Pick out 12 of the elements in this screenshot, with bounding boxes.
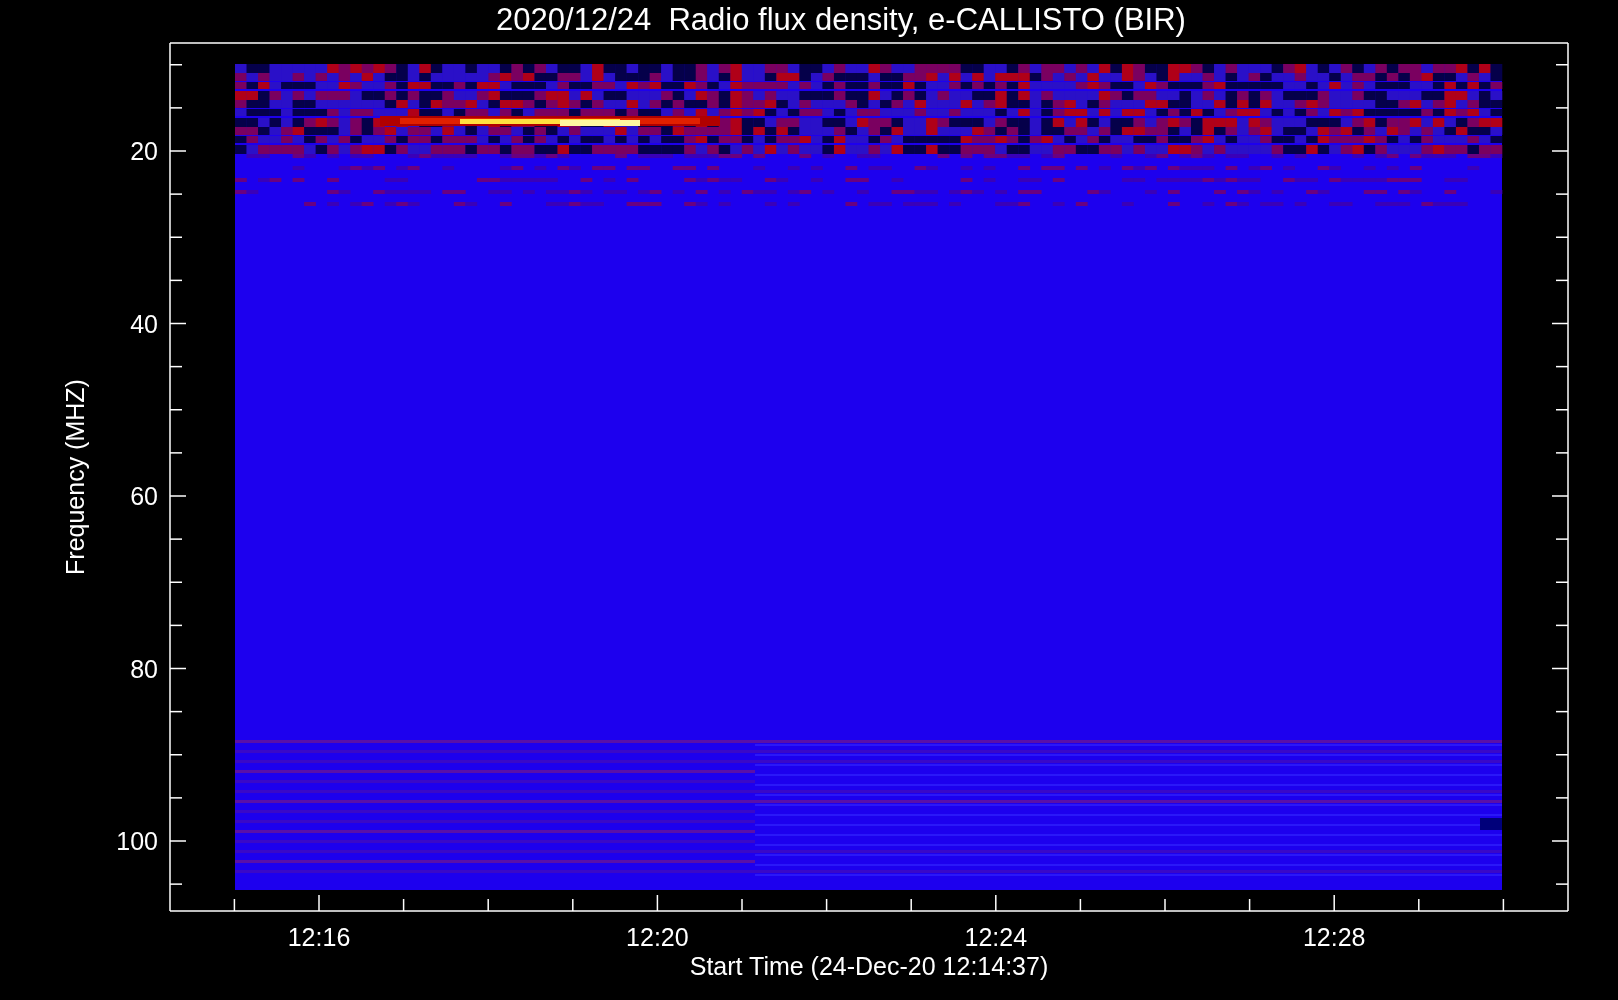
axis-tick-label: 12:16 <box>287 923 351 951</box>
axis-tick-label: 12:20 <box>626 923 689 951</box>
y-axis-label: Frequency (MHZ) <box>61 379 89 575</box>
axis-tick-label: 80 <box>130 654 158 683</box>
axis-tick-label: 60 <box>130 482 158 510</box>
axis-tick-label: 40 <box>130 309 158 338</box>
axis-tick-label: 100 <box>116 827 158 855</box>
axis-tick-label: 20 <box>130 137 158 165</box>
axis-tick-label: 12:24 <box>964 923 1028 951</box>
chart-title: 2020/12/24 Radio flux density, e-CALLISTO (BIR) <box>496 2 1186 37</box>
axis-tick-label: 12:28 <box>1302 923 1366 951</box>
x-axis-label: Start Time (24-Dec-20 12:14:37) <box>689 952 1049 980</box>
